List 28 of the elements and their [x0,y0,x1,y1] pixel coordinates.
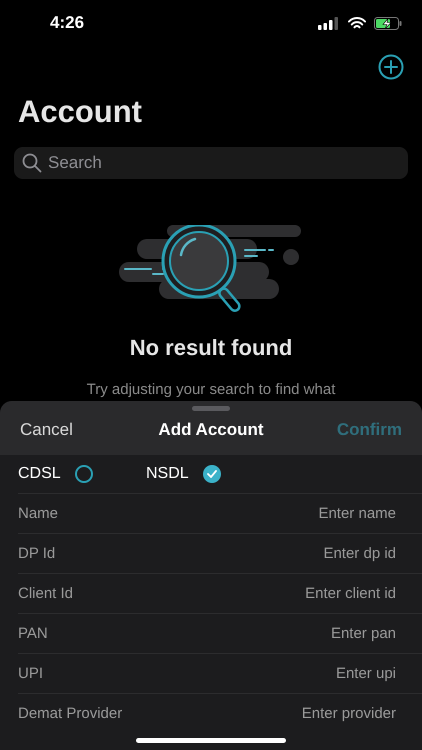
option-label: NSDL [146,465,189,483]
input-field[interactable]: Enter upi [206,665,396,682]
empty-message: Try adjusting your search to find what [86,381,336,398]
cancel-button[interactable]: Cancel [20,416,73,444]
sheet-title: Add Account [158,420,264,440]
battery-charging-icon [374,16,402,30]
search-icon [22,153,42,173]
field-label: Client Id [18,585,74,602]
depository-option[interactable]: CDSL [18,465,146,483]
depository-option[interactable]: NSDL [146,465,274,483]
field-label: Demat Provider [18,705,122,722]
add-icon[interactable] [378,54,404,80]
input-field[interactable]: Enter provider [206,705,396,722]
status-time: 4:26 [50,13,84,33]
input-field[interactable]: Enter pan [206,625,396,642]
field-label: UPI [18,665,44,682]
input-field[interactable]: Enter client id [206,585,396,602]
empty-title: No result found [130,335,292,361]
signal-icon [318,16,340,30]
input-field[interactable]: Enter dp id [206,545,396,562]
field-label: DP Id [18,545,56,562]
search-field[interactable]: Search [14,147,408,179]
field-label: Name [18,505,58,522]
field-label: PAN [18,625,48,642]
wifi-icon [348,16,366,30]
option-label: CDSL [18,465,61,483]
input-field[interactable]: Enter name [206,505,396,522]
page-title: Account [18,94,143,130]
